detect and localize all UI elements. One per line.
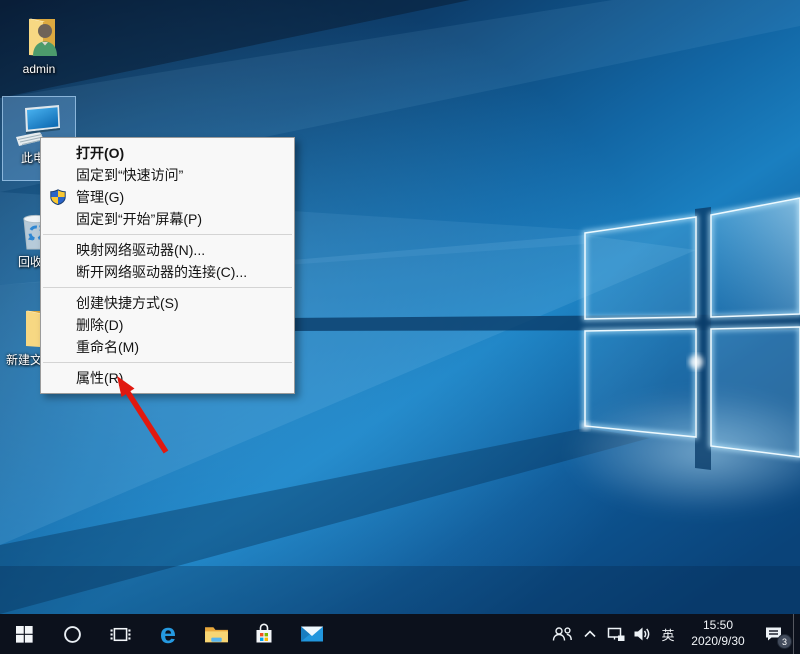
action-center-button[interactable]: 3	[755, 614, 793, 654]
task-view-icon	[110, 626, 131, 643]
clock-date: 2020/9/30	[691, 634, 744, 650]
task-view-button[interactable]	[96, 614, 144, 654]
cortana-button[interactable]	[48, 614, 96, 654]
menu-item-pin-start[interactable]: 固定到“开始”屏幕(P)	[41, 208, 294, 230]
menu-item-open[interactable]: 打开(O)	[41, 142, 294, 164]
menu-separator	[43, 362, 292, 363]
system-tray: 英 15:50 2020/9/30 3	[547, 614, 800, 654]
windows-desktop-screen: admin 此电脑	[0, 0, 800, 654]
mail-icon	[300, 625, 324, 643]
menu-item-label: 打开(O)	[76, 145, 124, 161]
store-button[interactable]	[240, 614, 288, 654]
start-button[interactable]	[0, 614, 48, 654]
menu-item-label: 管理(G)	[76, 189, 124, 205]
network-button[interactable]	[603, 614, 629, 654]
volume-button[interactable]	[629, 614, 655, 654]
menu-item-create-shortcut[interactable]: 创建快捷方式(S)	[41, 292, 294, 314]
ime-language-indicator[interactable]: 英	[655, 614, 681, 654]
people-icon	[550, 626, 574, 642]
windows-logo-icon	[16, 626, 33, 643]
context-menu: 打开(O) 固定到“快速访问” 管理(G)	[40, 137, 295, 394]
cortana-circle-icon	[63, 625, 82, 644]
show-desktop-button[interactable]	[793, 614, 800, 654]
clock-time: 15:50	[703, 618, 733, 634]
menu-item-pin-quick-access[interactable]: 固定到“快速访问”	[41, 164, 294, 186]
show-hidden-icons-button[interactable]	[577, 614, 603, 654]
edge-icon: e	[160, 620, 176, 649]
menu-item-label: 删除(D)	[76, 317, 123, 333]
menu-item-properties[interactable]: 属性(R)	[41, 367, 294, 389]
people-button[interactable]	[547, 614, 577, 654]
menu-item-label: 属性(R)	[76, 370, 123, 386]
menu-item-label: 固定到“快速访问”	[76, 167, 183, 183]
menu-item-label: 重命名(M)	[76, 339, 139, 355]
menu-item-disconnect-network-drive[interactable]: 断开网络驱动器的连接(C)...	[41, 261, 294, 283]
user-folder-icon	[15, 12, 63, 60]
menu-item-label: 固定到“开始”屏幕(P)	[76, 211, 202, 227]
menu-item-manage[interactable]: 管理(G)	[41, 186, 294, 208]
menu-separator	[43, 287, 292, 288]
menu-item-delete[interactable]: 删除(D)	[41, 314, 294, 336]
menu-item-map-network-drive[interactable]: 映射网络驱动器(N)...	[41, 239, 294, 261]
uac-shield-icon	[50, 189, 66, 205]
speaker-icon	[633, 626, 652, 642]
menu-item-label: 映射网络驱动器(N)...	[76, 242, 205, 258]
notification-count-badge: 3	[777, 634, 792, 649]
file-explorer-icon	[204, 624, 229, 645]
network-ethernet-icon	[607, 626, 626, 642]
menu-item-rename[interactable]: 重命名(M)	[41, 336, 294, 358]
menu-separator	[43, 234, 292, 235]
clock[interactable]: 15:50 2020/9/30	[681, 614, 755, 654]
menu-item-label: 创建快捷方式(S)	[76, 295, 179, 311]
taskbar: e	[0, 614, 800, 654]
desktop-icon-admin[interactable]: admin	[3, 8, 75, 77]
edge-browser-button[interactable]: e	[144, 614, 192, 654]
menu-item-label: 断开网络驱动器的连接(C)...	[76, 264, 247, 280]
chevron-up-icon	[583, 629, 597, 639]
mail-button[interactable]	[288, 614, 336, 654]
desktop-icon-label: admin	[23, 63, 56, 77]
microsoft-store-icon	[253, 623, 275, 645]
file-explorer-button[interactable]	[192, 614, 240, 654]
